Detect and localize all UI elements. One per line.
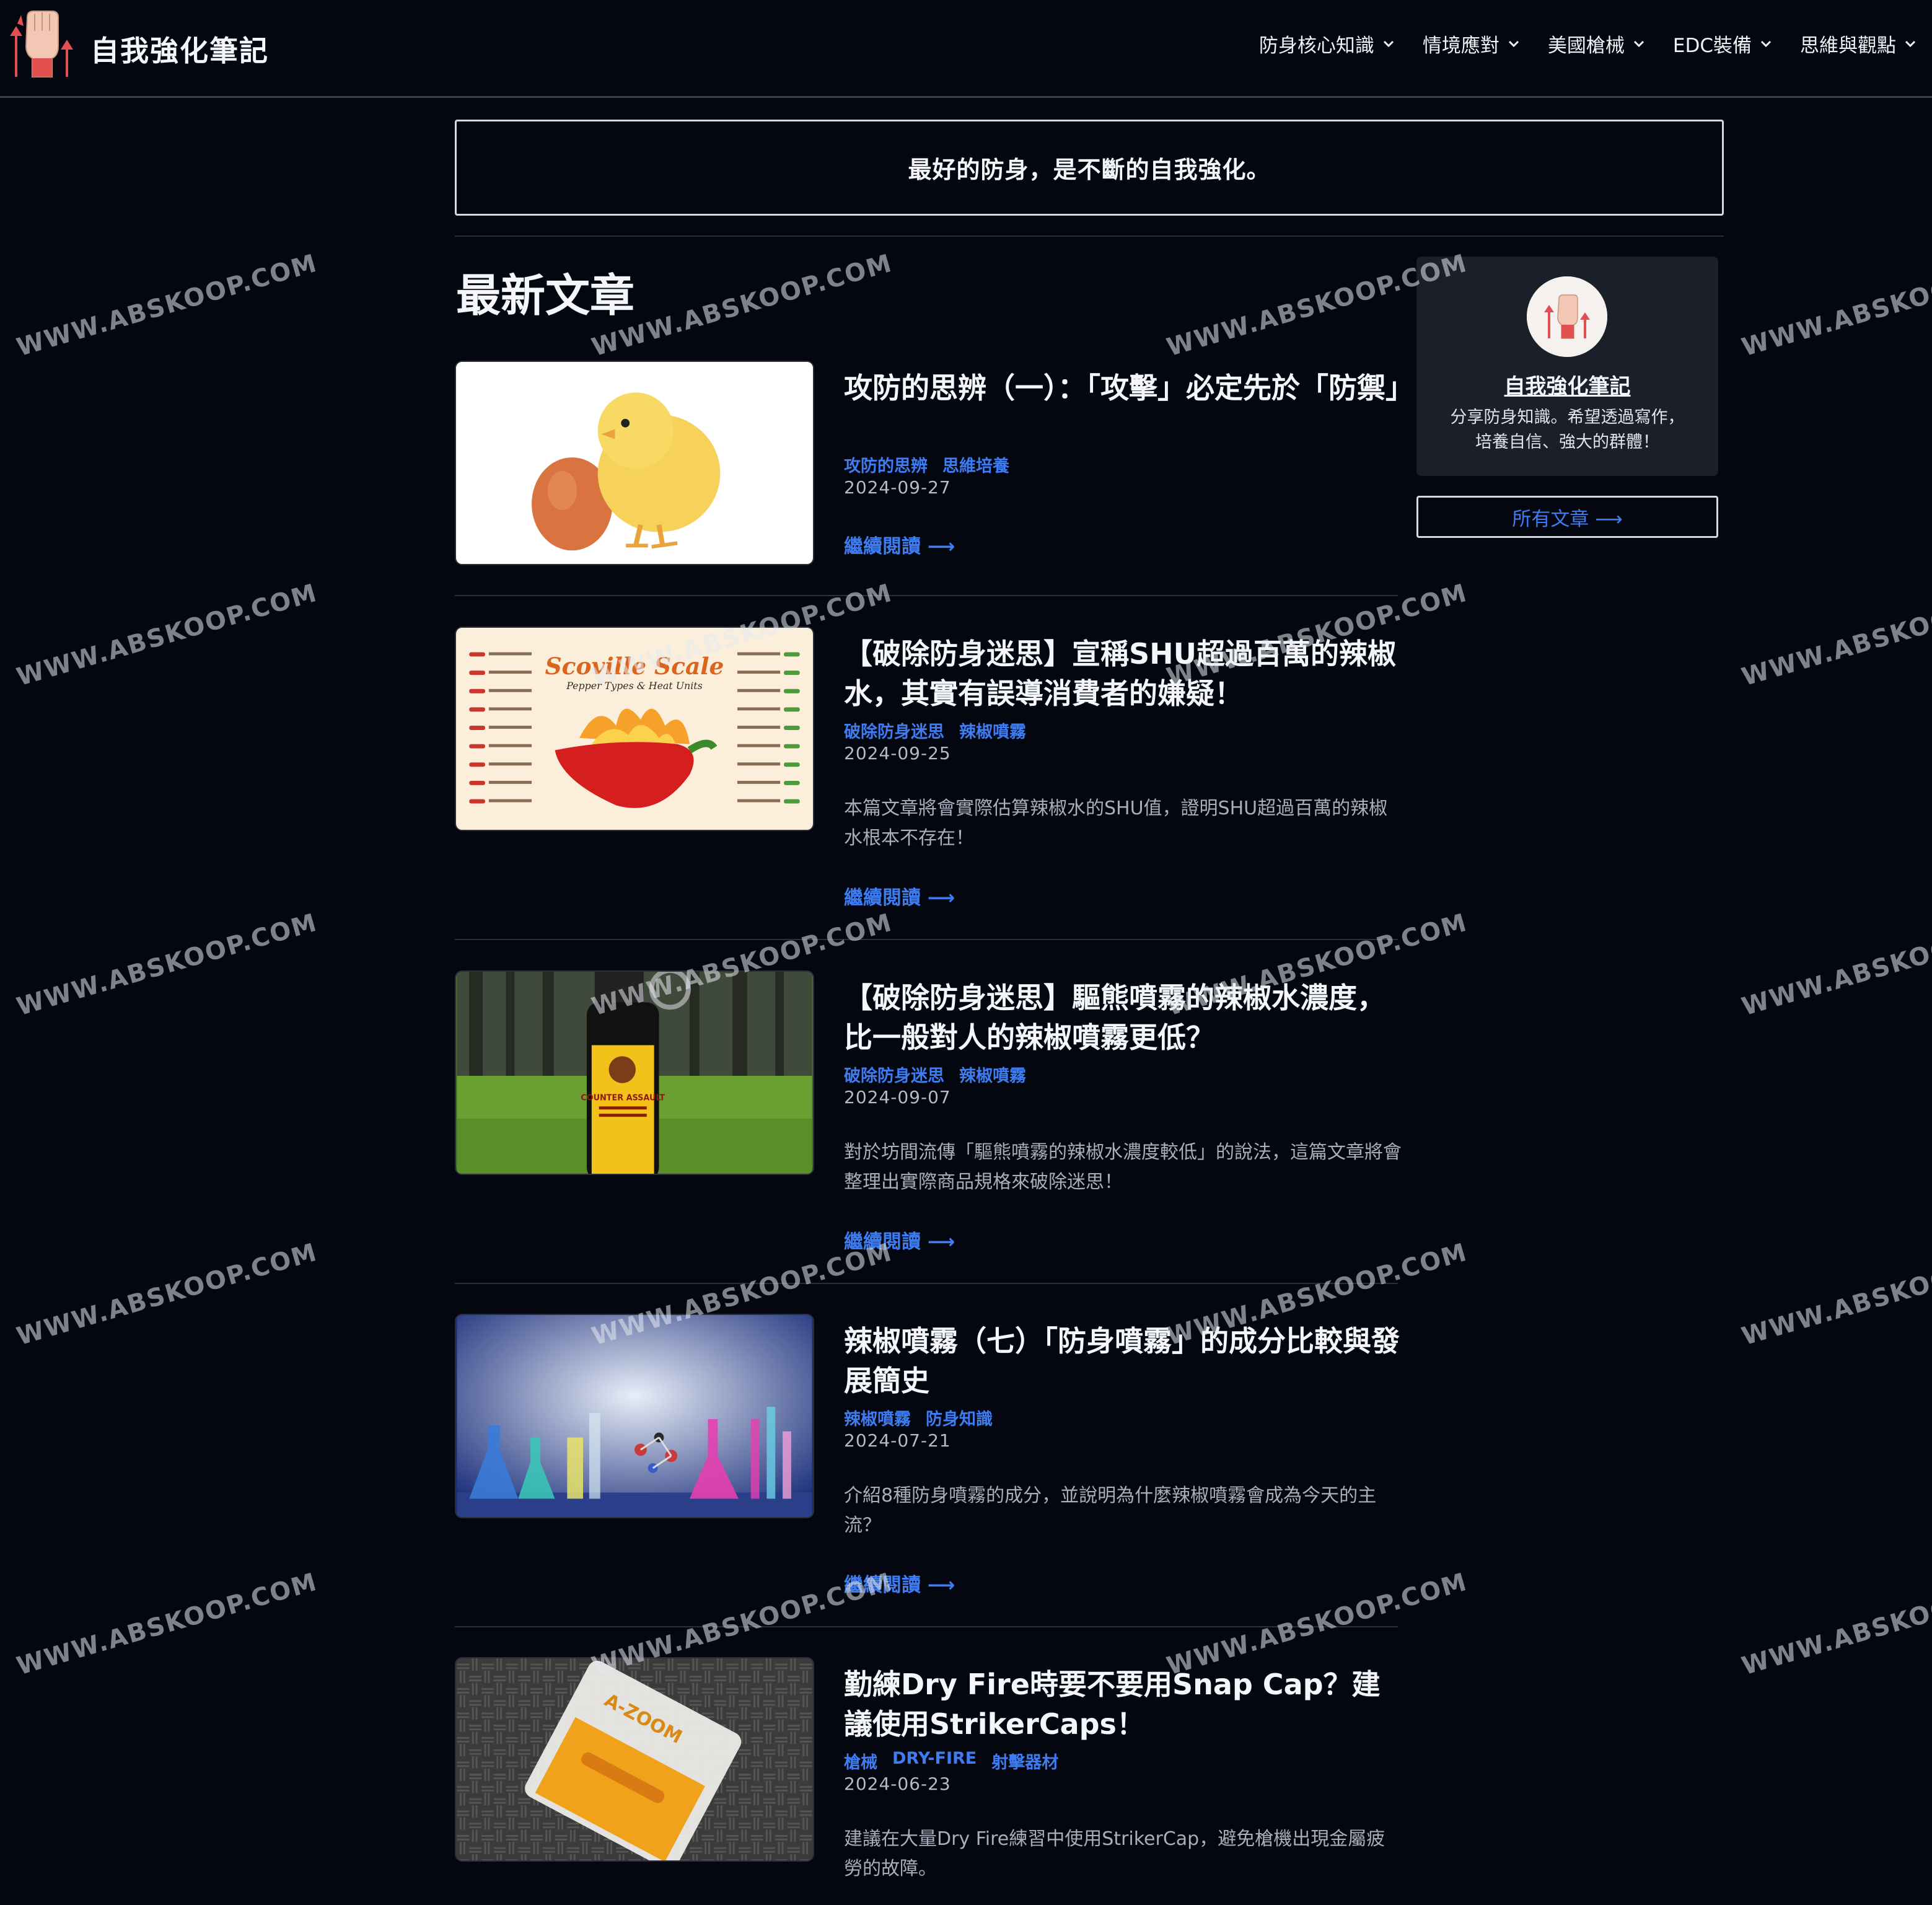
watermark-text: WWW.ABSKOOP.COM — [14, 1238, 321, 1352]
read-more-link[interactable]: 繼續閱讀 ⟶ — [844, 1226, 955, 1254]
nav-item-situations[interactable]: 情境應對 — [1423, 30, 1519, 58]
article-excerpt: 對於坊間流傳「驅熊噴霧的辣椒水濃度較低」的說法，這篇文章將會整理出實際商品規格來… — [844, 1142, 1402, 1193]
watermark-text: WWW.ABSKOOP.COM — [1739, 249, 1932, 363]
article-title[interactable]: 【破除防身迷思】宣稱SHU超過百萬的辣椒水，其實有誤導消費者的嫌疑！ — [844, 634, 1402, 713]
nav-item-edc-gear[interactable]: EDC裝備 — [1673, 30, 1772, 58]
site-title[interactable]: 自我強化筆記 — [90, 29, 269, 69]
nav-item-thinking[interactable]: 思維與觀點 — [1800, 30, 1916, 58]
fist-logo-icon[interactable] — [9, 9, 74, 78]
article-tags: 破除防身迷思 辣椒噴霧 — [844, 1062, 1026, 1086]
avatar[interactable] — [1527, 276, 1607, 357]
watermark-text: WWW.ABSKOOP.COM — [14, 908, 321, 1022]
chick-and-egg-image — [457, 362, 812, 564]
article-thumbnail-scoville[interactable]: Scoville Scale Pepper Types & Heat Units — [455, 627, 814, 831]
article-tags: 破除防身迷思 辣椒噴霧 — [844, 718, 1026, 742]
article-thumbnail-bear-spray[interactable]: COUNTER ASSAULT — [455, 970, 814, 1175]
article-date: 2024-06-23 — [844, 1774, 951, 1794]
nav-item-label: 思維與觀點 — [1800, 35, 1896, 57]
divider — [455, 1283, 1398, 1284]
nav-item-us-firearms[interactable]: 美國槍械 — [1548, 30, 1644, 58]
fist-logo-icon — [1527, 276, 1607, 357]
nav-item-core-knowledge[interactable]: 防身核心知識 — [1259, 30, 1394, 58]
divider — [455, 939, 1398, 940]
profile-name-link[interactable]: 自我強化筆記 — [1416, 369, 1718, 400]
article-date: 2024-09-27 — [844, 477, 951, 498]
article-tags: 辣椒噴霧 防身知識 — [844, 1406, 993, 1430]
scoville-subtitle-text: Pepper Types & Heat Units — [566, 680, 702, 692]
tag-link[interactable]: DRY-FIRE — [892, 1749, 977, 1773]
chevron-down-icon — [1383, 40, 1394, 47]
article-tags: 槍械 DRY-FIRE 射擊器材 — [844, 1749, 1058, 1773]
profile-card: 自我強化筆記 分享防身知識。希望透過寫作，培養自信、強大的群體！ — [1416, 257, 1718, 476]
article-thumbnail-chemistry[interactable] — [455, 1314, 814, 1518]
watermark-text: WWW.ABSKOOP.COM — [14, 1567, 321, 1681]
chevron-down-icon — [1905, 40, 1916, 47]
watermark-text: WWW.ABSKOOP.COM — [1739, 578, 1932, 692]
article-excerpt: 介紹8種防身噴霧的成分，並說明為什麼辣椒噴霧會成為今天的主流？ — [844, 1485, 1377, 1536]
section-title: 最新文章 — [456, 270, 635, 322]
watermark-text: WWW.ABSKOOP.COM — [1164, 1567, 1471, 1681]
tag-link[interactable]: 攻防的思辨 — [844, 452, 928, 477]
bear-spray-image: COUNTER ASSAULT — [457, 972, 812, 1174]
article-thumbnail-strikercaps[interactable]: A-ZOOM — [455, 1657, 814, 1862]
divider — [455, 595, 1398, 596]
read-more-link[interactable]: 繼續閱讀 ⟶ — [844, 882, 955, 910]
article-title[interactable]: 【破除防身迷思】驅熊噴霧的辣椒水濃度，比一般對人的辣椒噴霧更低？ — [844, 978, 1402, 1057]
main-nav: 防身核心知識 情境應對 美國槍械 EDC裝備 思維與觀點 — [1259, 30, 1916, 58]
tag-link[interactable]: 辣椒噴霧 — [844, 1406, 911, 1430]
divider — [455, 1626, 1398, 1627]
nav-item-label: 防身核心知識 — [1258, 35, 1374, 57]
nav-item-label: EDC裝備 — [1672, 35, 1752, 57]
all-posts-button[interactable]: 所有文章 ⟶ — [1416, 496, 1718, 538]
divider — [455, 235, 1724, 237]
article-excerpt: 本篇文章將會實際估算辣椒水的SHU值，證明SHU超過百萬的辣椒水根本不存在！ — [844, 798, 1388, 849]
chevron-down-icon — [1508, 40, 1519, 47]
scoville-title-text: Scoville Scale — [545, 653, 724, 680]
profile-description: 分享防身知識。希望透過寫作，培養自信、強大的群體！ — [1450, 408, 1685, 452]
article-date: 2024-09-25 — [844, 743, 951, 763]
watermark-text: WWW.ABSKOOP.COM — [589, 249, 896, 363]
chevron-down-icon — [1633, 40, 1644, 47]
nav-item-label: 情境應對 — [1422, 35, 1499, 57]
article-tags: 攻防的思辨 思維培養 — [844, 452, 1009, 477]
watermark-text: WWW.ABSKOOP.COM — [14, 249, 321, 363]
article-excerpt: 建議在大量Dry Fire練習中使用StrikerCap，避免槍機出現金屬疲勞的… — [844, 1828, 1385, 1880]
chevron-down-icon — [1760, 40, 1772, 47]
tag-link[interactable]: 辣椒噴霧 — [959, 1062, 1026, 1086]
bear-spray-brand-text: COUNTER ASSAULT — [581, 1093, 665, 1102]
article-date: 2024-07-21 — [844, 1430, 951, 1451]
watermark-text: WWW.ABSKOOP.COM — [1739, 1567, 1932, 1681]
scoville-scale-image: Scoville Scale Pepper Types & Heat Units — [457, 628, 812, 830]
tag-link[interactable]: 槍械 — [844, 1749, 877, 1773]
tag-link[interactable]: 射擊器材 — [991, 1749, 1058, 1773]
tag-link[interactable]: 辣椒噴霧 — [959, 718, 1026, 742]
tag-link[interactable]: 破除防身迷思 — [844, 1062, 944, 1086]
read-more-link[interactable]: 繼續閱讀 ⟶ — [844, 530, 955, 558]
chemistry-lab-image — [457, 1315, 812, 1517]
tagline-banner: 最好的防身，是不斷的自我強化。 — [455, 120, 1724, 216]
watermark-text: WWW.ABSKOOP.COM — [1739, 1238, 1932, 1352]
article-title[interactable]: 攻防的思辨（一）：「攻擊」必定先於「防禦」 — [844, 368, 1414, 408]
tag-link[interactable]: 防身知識 — [926, 1406, 993, 1430]
nav-item-label: 美國槍械 — [1547, 35, 1625, 57]
strikercaps-image: A-ZOOM — [457, 1658, 812, 1860]
article-title[interactable]: 勤練Dry Fire時要不要用Snap Cap？建議使用StrikerCaps！ — [844, 1665, 1402, 1744]
watermark-text: WWW.ABSKOOP.COM — [14, 578, 321, 692]
watermark-text: WWW.ABSKOOP.COM — [1739, 908, 1932, 1022]
article-thumbnail-chick-and-egg[interactable] — [455, 361, 814, 565]
site-header: 自我強化筆記 防身核心知識 情境應對 美國槍械 EDC裝備 思維與觀點 — [0, 0, 1932, 98]
read-more-link[interactable]: 繼續閱讀 ⟶ — [844, 1569, 955, 1597]
article-title[interactable]: 辣椒噴霧（七）「防身噴霧」的成分比較與發展簡史 — [844, 1321, 1402, 1401]
tag-link[interactable]: 思維培養 — [942, 452, 1009, 477]
article-date: 2024-09-07 — [844, 1087, 951, 1107]
tag-link[interactable]: 破除防身迷思 — [844, 718, 944, 742]
